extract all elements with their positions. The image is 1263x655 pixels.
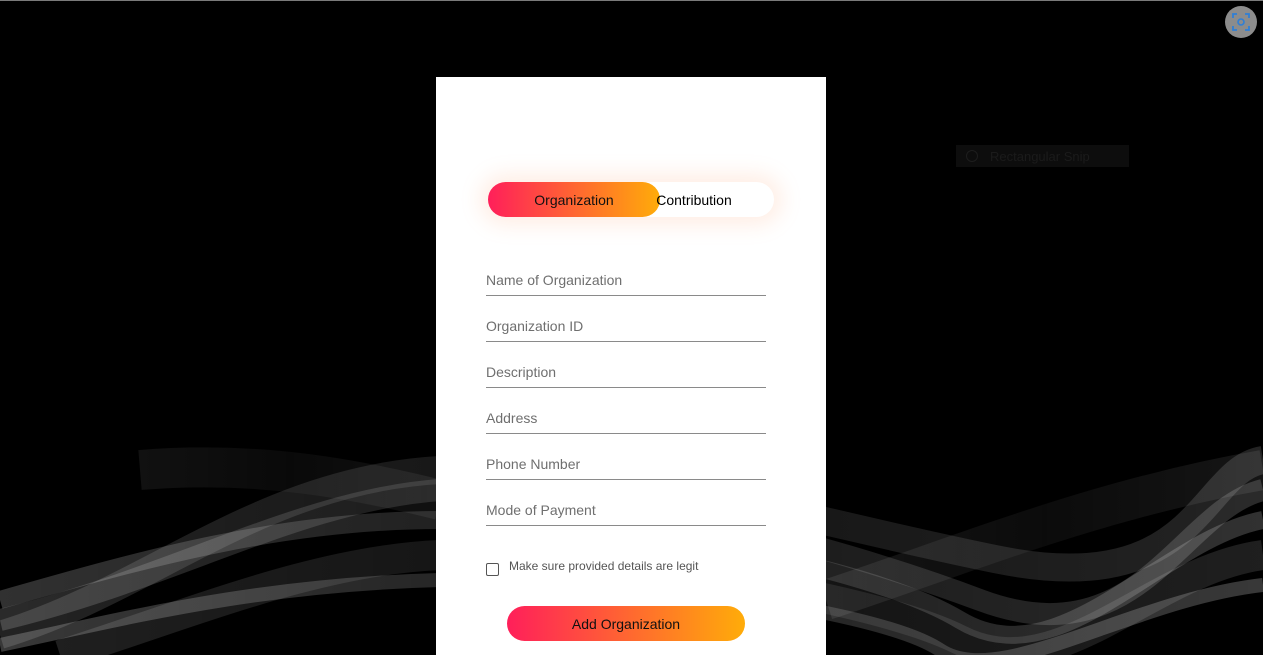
snip-tooltip: Rectangular Snip <box>956 145 1129 167</box>
form-switch: Organization Contribution <box>488 182 774 217</box>
legit-details-checkbox[interactable] <box>486 563 499 576</box>
mode-of-payment-field[interactable] <box>486 495 766 526</box>
organization-name-field[interactable] <box>486 265 766 296</box>
phone-number-field[interactable] <box>486 449 766 480</box>
screen-capture-icon <box>1232 13 1250 31</box>
legit-details-label: Make sure provided details are legit <box>509 559 699 573</box>
snip-icon <box>966 150 978 162</box>
snip-tooltip-label: Rectangular Snip <box>990 148 1090 164</box>
address-field[interactable] <box>486 403 766 434</box>
tab-organization[interactable]: Organization <box>488 182 660 217</box>
organization-id-field[interactable] <box>486 311 766 342</box>
page-background: Rectangular Snip Organization Contributi… <box>0 0 1263 655</box>
organization-form-card: Organization Contribution Make sure prov… <box>436 77 826 655</box>
add-organization-button[interactable]: Add Organization <box>507 606 745 641</box>
tab-contribution[interactable]: Contribution <box>656 182 732 217</box>
screen-capture-button[interactable] <box>1225 6 1257 38</box>
description-field[interactable] <box>486 357 766 388</box>
